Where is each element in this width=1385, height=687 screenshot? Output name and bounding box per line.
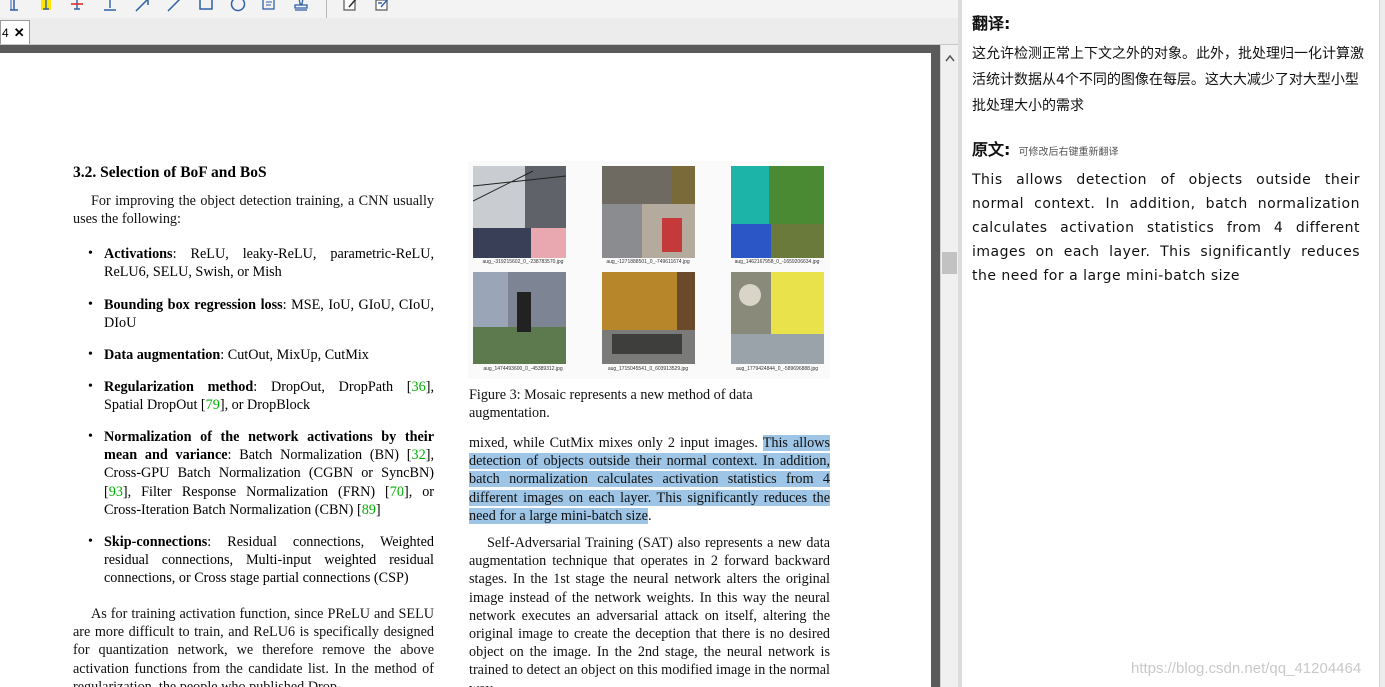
sign-document-icon[interactable]: [372, 0, 392, 14]
original-hint: 可修改后右键重新翻译: [1018, 147, 1119, 158]
close-tab-icon[interactable]: ✕: [14, 25, 25, 41]
figure-caption: Figure 3: Mosaic represents a new method…: [469, 387, 753, 422]
mosaic-image: [731, 166, 824, 258]
image-filename: aug_1715045541_0_603913529.jpg: [607, 366, 689, 372]
bullet-term: Skip-connections: [104, 534, 208, 550]
bullet-term: Regularization method: [104, 379, 254, 395]
original-text-editor[interactable]: This allows detection of objects outside…: [972, 168, 1360, 288]
underline-text-icon[interactable]: [100, 0, 120, 14]
bullet-text: : DropOut, DropPath [: [253, 379, 412, 395]
pdf-page: 3.2. Selection of BoF and BoS For improv…: [0, 53, 931, 687]
bullet-activations: Activations: ReLU, leaky-ReLU, parametri…: [88, 245, 434, 281]
bullet-regularization: Regularization method: DropOut, DropPath…: [88, 378, 434, 414]
mosaic-image: [473, 272, 566, 364]
original-label: 原文:: [972, 140, 1011, 159]
stamp-tool-icon[interactable]: [291, 0, 311, 14]
bullet-term: Data augmentation: [104, 347, 221, 363]
intro-paragraph: For improving the object detection train…: [73, 193, 434, 228]
paragraph-text: .: [647, 507, 652, 524]
bullet-text: : CutOut, MixUp, CutMix: [220, 347, 369, 363]
vertical-scrollbar[interactable]: [940, 45, 958, 687]
citation-link[interactable]: 36: [412, 379, 426, 395]
bullet-data-augmentation: Data augmentation: CutOut, MixUp, CutMix: [88, 346, 434, 364]
paragraph-text: mixed, while CutMix mixes only 2 input i…: [469, 435, 763, 451]
mosaic-image: [473, 166, 566, 258]
scrollbar-thumb[interactable]: [942, 252, 957, 274]
annotation-toolbar: [0, 0, 958, 18]
mosaic-image: [602, 272, 695, 364]
panel-right-border: [1379, 0, 1385, 687]
citation-link[interactable]: 93: [109, 484, 123, 500]
line-tool-icon[interactable]: [164, 0, 184, 14]
citation-link[interactable]: 70: [390, 484, 404, 500]
citation-link[interactable]: 89: [362, 502, 376, 518]
image-filename: aug_1779424844_0_-589696888.jpg: [735, 366, 819, 372]
rectangle-tool-icon[interactable]: [196, 0, 216, 14]
original-header: 原文: 可修改后右键重新翻译: [972, 136, 1372, 160]
document-tab-bar: 4 ✕: [0, 18, 958, 45]
bullet-normalization: Normalization of the network activations…: [88, 428, 434, 519]
citation-link[interactable]: 32: [412, 447, 426, 463]
training-paragraph: As for training activation function, sin…: [73, 606, 434, 687]
scroll-up-arrow-icon[interactable]: [945, 49, 955, 67]
watermark: https://blog.csdn.net/qq_41204464: [1131, 660, 1362, 677]
image-filename: aug_-1271888501_0_-749611674.jpg: [606, 259, 690, 265]
sat-paragraph: Self-Adversarial Training (SAT) also rep…: [469, 535, 830, 687]
image-filename: aug_1474493600_0_-45389312.jpg: [483, 366, 563, 372]
bullet-text: ], or DropBlock: [219, 397, 311, 414]
document-viewport: 3.2. Selection of BoF and BoS For improv…: [0, 45, 940, 687]
bullet-text: ]: [375, 501, 381, 518]
mosaic-paragraph: mixed, while CutMix mixes only 2 input i…: [469, 434, 831, 525]
bullet-term: Activations: [104, 246, 173, 262]
mosaic-image: [731, 272, 824, 364]
image-filename: aug_-319215602_0_-238783570.jpg: [482, 259, 564, 265]
highlight-text-icon[interactable]: [36, 0, 56, 14]
image-filename: aug_1462167958_0_-1659206634.jpg: [734, 259, 820, 265]
citation-link[interactable]: 79: [206, 397, 220, 413]
bullet-bbox-loss: Bounding box regression loss: MSE, IoU, …: [88, 296, 434, 332]
translation-text: 这允许检测正常上下文之外的对象。此外，批处理归一化计算激活统计数据从4个不同的图…: [972, 46, 1364, 114]
strikeout-text-icon[interactable]: [67, 0, 87, 14]
translation-panel: 翻译: 这允许检测正常上下文之外的对象。此外，批处理归一化计算激活统计数据从4个…: [962, 0, 1385, 687]
tab-label: 4: [2, 25, 9, 40]
section-heading: 3.2. Selection of BoF and BoS: [73, 164, 267, 181]
bullet-skip-connections: Skip-connections: Residual connections, …: [88, 533, 434, 588]
mosaic-image: [602, 166, 695, 258]
arrow-tool-icon[interactable]: [132, 0, 152, 14]
document-tab[interactable]: 4 ✕: [0, 20, 30, 44]
edit-form-icon[interactable]: [340, 0, 360, 14]
translation-label: 翻译:: [972, 14, 1011, 33]
text-cursor-icon[interactable]: [4, 0, 24, 14]
bullet-text: : Batch Normalization (BN) [: [227, 447, 412, 464]
bullet-text: ], Filter Response Normalization (FRN) [: [122, 483, 390, 500]
note-tool-icon[interactable]: [259, 0, 279, 14]
bullet-term: Bounding box regression loss: [104, 297, 283, 313]
mosaic-figure: aug_-319215602_0_-238783570.jpg aug_-127…: [468, 161, 830, 379]
toolbar-separator: [326, 0, 327, 18]
ellipse-tool-icon[interactable]: [228, 0, 248, 14]
